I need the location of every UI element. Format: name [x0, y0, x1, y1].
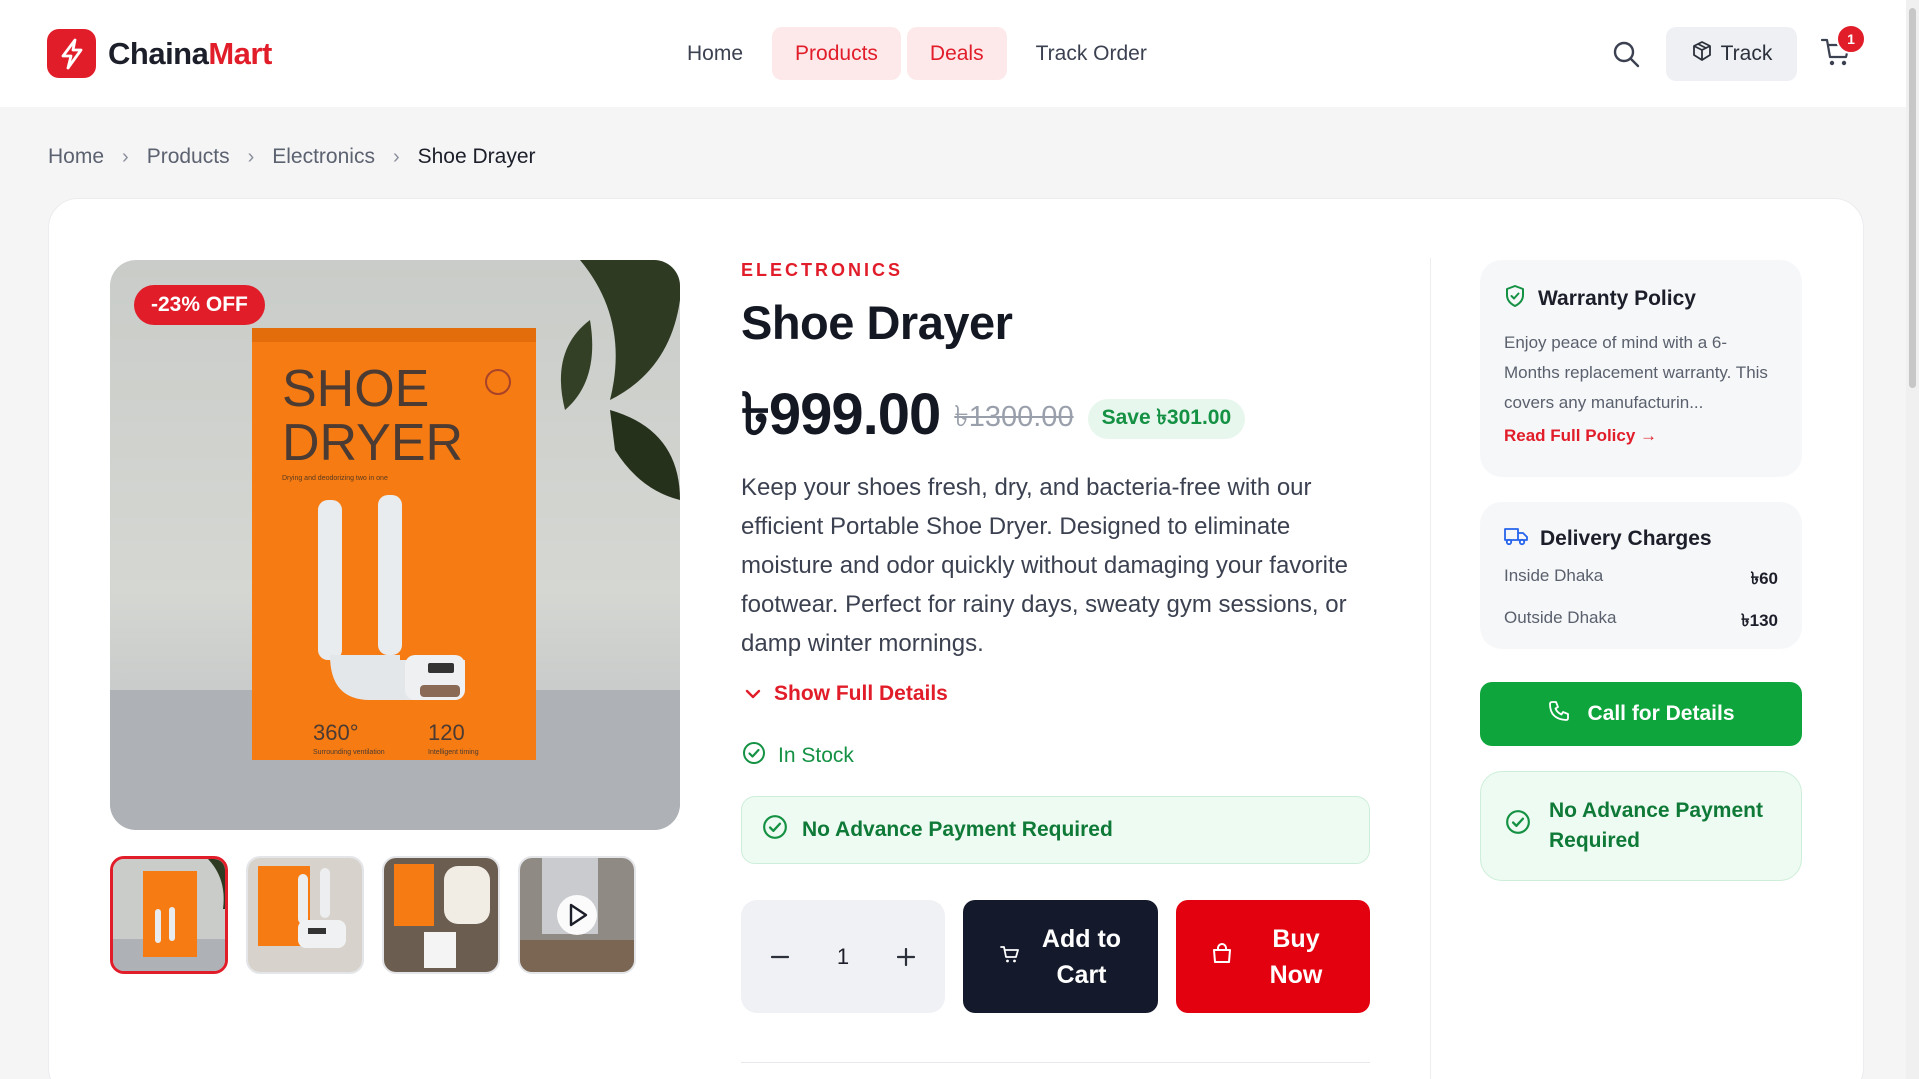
- chevron-down-icon: [744, 682, 762, 706]
- nav-item-track-order[interactable]: Track Order: [1013, 27, 1170, 80]
- main-product-image[interactable]: SHOE DRYER Drying and deodorizing two in…: [110, 260, 680, 830]
- brand-name: ChainaMart: [108, 35, 272, 71]
- phone-icon: [1547, 699, 1571, 729]
- thumbnail-2-image: [248, 858, 362, 972]
- box-title-line2: DRYER: [282, 414, 463, 472]
- check-circle-icon: [762, 814, 788, 846]
- decrease-quantity-button[interactable]: [765, 942, 795, 972]
- shopping-bag-icon: [1210, 941, 1234, 972]
- track-label: Track: [1720, 42, 1773, 65]
- chevron-right-icon: ›: [122, 145, 129, 168]
- cart-count-badge: 1: [1836, 24, 1866, 54]
- delivery-row-amount: ৳60: [1750, 569, 1778, 588]
- discount-badge: -23% OFF: [134, 285, 265, 325]
- track-button[interactable]: Track: [1666, 27, 1797, 81]
- no-advance-label: No Advance Payment Required: [802, 818, 1113, 841]
- delivery-title: Delivery Charges: [1540, 527, 1712, 550]
- nav-item-home[interactable]: Home: [664, 27, 766, 80]
- search-icon[interactable]: [1608, 36, 1644, 72]
- delivery-row-outside-dhaka: Outside Dhaka ৳130: [1504, 608, 1778, 636]
- buy-now-button[interactable]: Buy Now: [1176, 900, 1370, 1013]
- thumbnail-3-image: [384, 858, 498, 972]
- current-price: ৳999.00: [741, 382, 941, 447]
- chevron-right-icon: ›: [392, 145, 400, 168]
- thumbnail-2[interactable]: [246, 856, 364, 974]
- box-title-line1: SHOE: [282, 360, 429, 418]
- sidebar-no-advance-notice: No Advance Payment Required: [1480, 771, 1802, 881]
- sidebar-no-advance-label: No Advance Payment Required: [1549, 799, 1763, 852]
- warranty-title: Warranty Policy: [1538, 287, 1696, 310]
- breadcrumb-electronics[interactable]: Electronics: [272, 145, 375, 169]
- feature1-label: Surrounding ventilation: [313, 749, 385, 756]
- thumbnail-strip: [110, 856, 636, 974]
- read-full-policy-link[interactable]: Read Full Policy →: [1504, 426, 1778, 446]
- increase-quantity-button[interactable]: [891, 942, 921, 972]
- feature2-label: Intelligent timing: [428, 749, 479, 756]
- thumbnail-1[interactable]: [110, 856, 228, 974]
- call-for-details-button[interactable]: Call for Details: [1480, 682, 1802, 746]
- nav-item-products[interactable]: Products: [772, 27, 901, 80]
- quantity-stepper: 1: [741, 900, 945, 1013]
- check-circle-icon: [742, 741, 766, 771]
- stock-status: In Stock: [742, 741, 854, 771]
- nav-item-deals[interactable]: Deals: [906, 27, 1007, 80]
- delivery-charges-card: Delivery Charges Inside Dhaka ৳60 Outsid…: [1480, 502, 1802, 649]
- thumbnail-video-image: [520, 858, 634, 972]
- thumbnail-3[interactable]: [382, 856, 500, 974]
- package-icon: [1691, 40, 1713, 68]
- call-label: Call for Details: [1587, 702, 1735, 725]
- shield-check-icon: [1504, 284, 1526, 314]
- add-to-cart-button[interactable]: Add to Cart: [963, 900, 1158, 1013]
- column-divider: [1430, 258, 1431, 1079]
- thumbnail-1-image: [113, 859, 225, 971]
- breadcrumb: Home › Products › Electronics › Shoe Dra…: [48, 145, 536, 169]
- no-advance-payment-notice: No Advance Payment Required: [741, 796, 1370, 864]
- quantity-value[interactable]: 1: [837, 944, 849, 970]
- warranty-card: Warranty Policy Enjoy peace of mind with…: [1480, 260, 1802, 477]
- box-subtitle: Drying and deodorizing two in one: [282, 475, 388, 482]
- feature2-value: 120: [428, 720, 465, 745]
- delivery-row-label: Inside Dhaka: [1504, 566, 1604, 585]
- savings-badge: Save ৳301.00: [1087, 398, 1246, 439]
- delivery-row-label: Outside Dhaka: [1504, 608, 1617, 627]
- site-header: ChainaMart Home Products Deals Track Ord…: [0, 0, 1919, 107]
- feature1-value: 360°: [313, 720, 359, 745]
- main-nav: Home Products Deals Track Order: [664, 27, 1170, 80]
- product-description: Keep your shoes fresh, dry, and bacteria…: [741, 474, 1348, 657]
- product-category: ELECTRONICS: [741, 260, 904, 280]
- brand-logo[interactable]: ChainaMart: [47, 29, 272, 78]
- lightning-icon: [47, 29, 96, 78]
- buy-now-label: Buy Now: [1269, 924, 1323, 989]
- check-circle-icon: [1505, 809, 1531, 844]
- delivery-row-inside-dhaka: Inside Dhaka ৳60: [1504, 566, 1778, 594]
- add-to-cart-label: Add to Cart: [1041, 924, 1122, 989]
- chevron-right-icon: ›: [247, 145, 255, 168]
- breadcrumb-products[interactable]: Products: [147, 145, 230, 169]
- warranty-text: Enjoy peace of mind with a 6-Months repl…: [1504, 333, 1768, 412]
- truck-icon: [1504, 526, 1528, 552]
- breadcrumb-home[interactable]: Home: [48, 145, 104, 169]
- product-title: Shoe Drayer: [741, 296, 1013, 349]
- cart-icon: [999, 942, 1020, 971]
- delivery-row-amount: ৳130: [1741, 611, 1778, 630]
- scrollbar-thumb[interactable]: [1909, 8, 1916, 388]
- breadcrumb-current: Shoe Drayer: [417, 145, 536, 168]
- show-details-label: Show Full Details: [774, 682, 948, 705]
- show-details-toggle[interactable]: Show Full Details: [744, 682, 948, 706]
- stock-label: In Stock: [778, 744, 854, 767]
- price-row: ৳999.00 ৳1300.00 Save ৳301.00: [741, 370, 1246, 467]
- original-price: ৳1300.00: [954, 401, 1074, 433]
- thumbnail-video[interactable]: [518, 856, 636, 974]
- section-divider: [741, 1062, 1370, 1063]
